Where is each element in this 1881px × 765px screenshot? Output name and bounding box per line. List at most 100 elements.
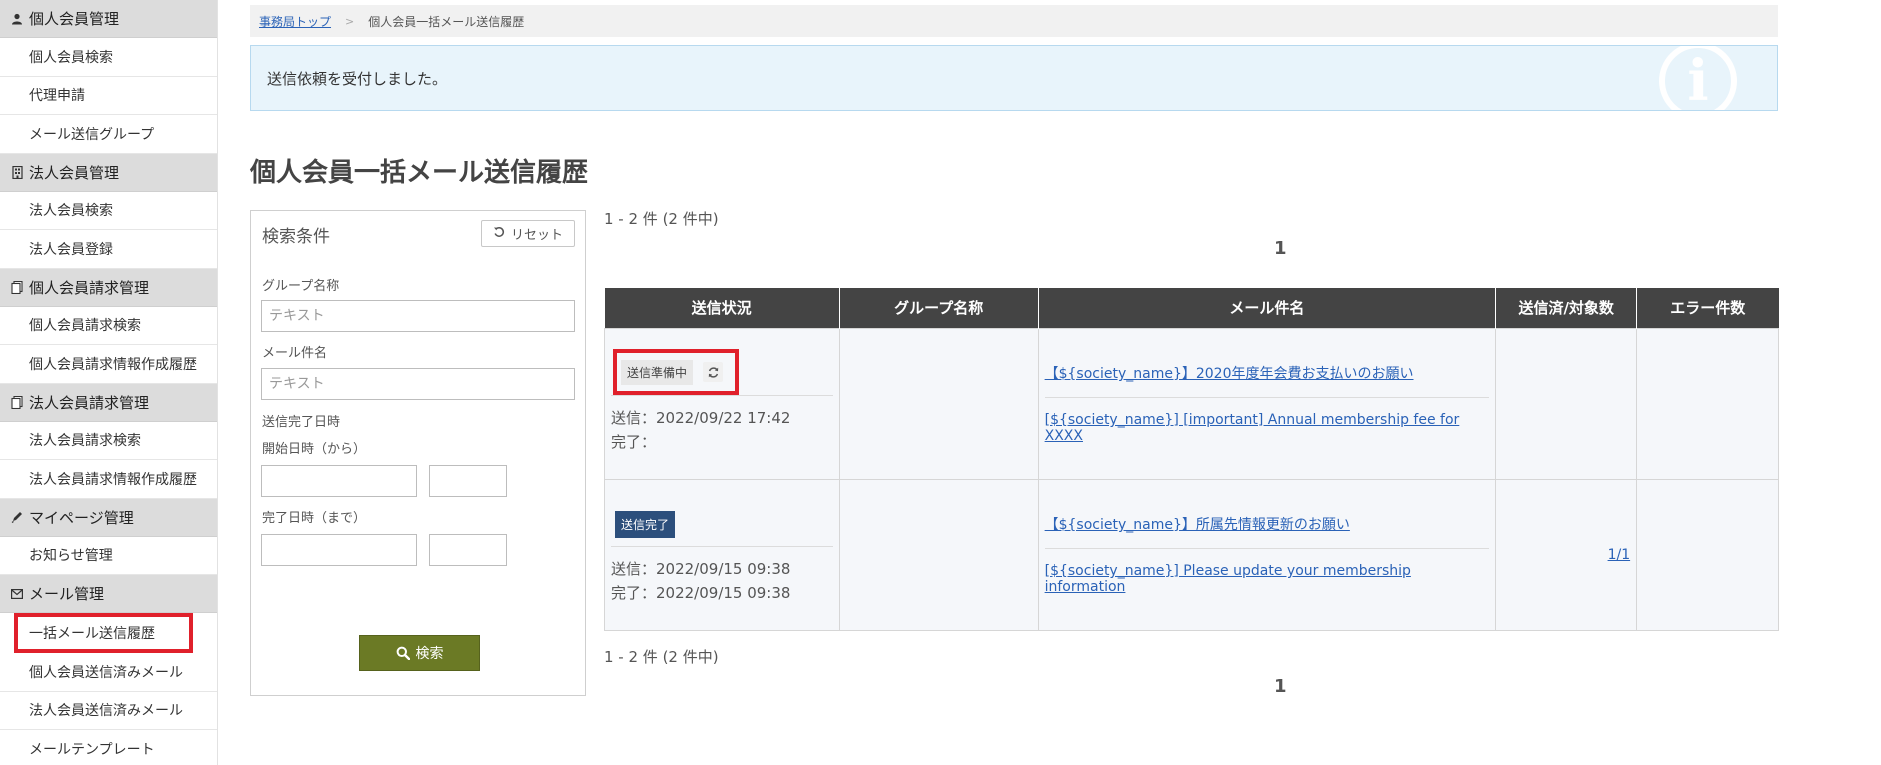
completed-datetime: 完了： xyxy=(611,432,657,451)
sidebar-item-individual-billing-history[interactable]: 個人会員請求情報作成履歴 xyxy=(0,345,217,384)
sent-datetime: 送信：2022/09/22 17:42 xyxy=(611,408,791,427)
header-sent-count: 送信済/対象数 xyxy=(1495,288,1638,328)
alert-message: 送信依頼を受付しました。 xyxy=(267,69,448,88)
search-icon xyxy=(396,646,410,660)
status-badge-area: 送信完了 xyxy=(611,509,833,547)
sidebar-item-individual-billing-search[interactable]: 個人会員請求検索 xyxy=(0,306,217,345)
status-cell: 送信準備中 送信：2022/09/22 17:42 完了： xyxy=(604,327,840,480)
page-title: 個人会員一括メール送信履歴 xyxy=(250,158,589,188)
mail-subject-input[interactable] xyxy=(261,368,575,400)
subject-line: [${society_name}] Please update your mem… xyxy=(1044,548,1490,609)
document-icon xyxy=(10,280,24,294)
sidebar-section-mail: メール管理 xyxy=(0,575,217,613)
refresh-icon[interactable] xyxy=(703,362,724,382)
sidebar-item-individual-search[interactable]: 個人会員検索 xyxy=(0,38,217,77)
sidebar-item-mail-templates[interactable]: メールテンプレート xyxy=(0,730,217,765)
end-datetime-label: 完了日時（まで） xyxy=(262,511,367,526)
reset-label: リセット xyxy=(510,228,563,243)
result-count-top: 1 - 2 件 (2 件中) xyxy=(604,210,719,228)
pencil-icon xyxy=(10,510,24,524)
envelope-icon xyxy=(10,587,24,601)
end-date-input[interactable] xyxy=(261,534,417,566)
sent-count-cell xyxy=(1495,327,1638,480)
sidebar-item-mail-groups[interactable]: メール送信グループ xyxy=(0,115,217,154)
mail-subject-label: メール件名 xyxy=(262,346,328,361)
error-count-cell xyxy=(1636,327,1779,480)
end-time-input[interactable] xyxy=(429,534,507,566)
sidebar-section-individual-members: 個人会員管理 xyxy=(0,0,217,38)
sidebar-item-proxy-application[interactable]: 代理申請 xyxy=(0,76,217,115)
completed-datetime: 完了：2022/09/15 09:38 xyxy=(611,583,791,602)
header-error-count: エラー件数 xyxy=(1636,288,1779,328)
status-badge: 送信完了 xyxy=(615,510,676,538)
status-highlight: 送信準備中 xyxy=(613,349,740,395)
sidebar-section-title: 個人会員管理 xyxy=(29,10,120,28)
sidebar-item-corporate-search[interactable]: 法人会員検索 xyxy=(0,191,217,230)
start-datetime-label: 開始日時（から） xyxy=(262,442,367,457)
table-header-row: 送信状況 グループ名称 メール件名 送信済/対象数 エラー件数 xyxy=(604,288,1779,328)
breadcrumb-separator: > xyxy=(345,14,355,28)
reset-button[interactable]: リセット xyxy=(481,220,575,247)
search-label: 検索 xyxy=(415,646,444,662)
sidebar-item-notices[interactable]: お知らせ管理 xyxy=(0,536,217,575)
info-icon: i xyxy=(1659,46,1737,110)
search-panel-title: 検索条件 xyxy=(262,227,330,247)
status-badge: 送信準備中 xyxy=(621,359,694,385)
sidebar-item-corporate-billing-search[interactable]: 法人会員請求検索 xyxy=(0,421,217,460)
breadcrumb-current: 個人会員一括メール送信履歴 xyxy=(368,14,525,29)
header-status: 送信状況 xyxy=(604,288,840,328)
sidebar-section-mypage: マイページ管理 xyxy=(0,498,217,537)
sidebar-item-corporate-billing-history[interactable]: 法人会員請求情報作成履歴 xyxy=(0,460,217,499)
result-count-bottom: 1 - 2 件 (2 件中) xyxy=(604,648,719,666)
sidebar-item-bulk-mail-history[interactable]: 一括メール送信履歴 xyxy=(14,613,193,653)
subject-link-ja[interactable]: 【${society_name}】所属先情報更新のお願い xyxy=(1045,517,1350,533)
header-mail-subject: メール件名 xyxy=(1038,288,1497,328)
breadcrumb-home-link[interactable]: 事務局トップ xyxy=(259,13,331,30)
subject-line: [${society_name}] [important] Annual mem… xyxy=(1044,397,1490,458)
sidebar-section-title: マイページ管理 xyxy=(29,508,134,527)
error-count-cell xyxy=(1636,478,1779,631)
success-alert: 送信依頼を受付しました。 i xyxy=(250,45,1778,111)
group-name-input[interactable] xyxy=(261,300,575,332)
sent-count-link[interactable]: 1/1 xyxy=(1608,547,1631,563)
breadcrumb: 事務局トップ > 個人会員一括メール送信履歴 xyxy=(250,5,1778,37)
mail-history-table: 送信状況 グループ名称 メール件名 送信済/対象数 エラー件数 送信準備中 送信… xyxy=(604,288,1779,631)
building-icon xyxy=(10,165,24,179)
sidebar-section-corporate-members: 法人会員管理 xyxy=(0,153,217,192)
sidebar-section-title: 法人会員請求管理 xyxy=(29,393,150,412)
subject-link-en[interactable]: [${society_name}] [important] Annual mem… xyxy=(1045,412,1460,444)
pagination-top-page[interactable]: 1 xyxy=(1274,238,1287,259)
search-button[interactable]: 検索 xyxy=(359,635,480,671)
completed-datetime-label: 送信完了日時 xyxy=(262,415,341,430)
group-name-cell xyxy=(838,327,1039,480)
main-content: 事務局トップ > 個人会員一括メール送信履歴 送信依頼を受付しました。 i 個人… xyxy=(250,0,1780,765)
subject-link-en[interactable]: [${society_name}] Please update your mem… xyxy=(1045,563,1411,595)
group-name-label: グループ名称 xyxy=(262,279,340,294)
subject-cell: 【${society_name}】所属先情報更新のお願い [${society_… xyxy=(1037,478,1497,631)
sidebar-section-title: 法人会員管理 xyxy=(29,163,120,182)
subject-line: 【${society_name}】2020年度年会費お支払いのお願い xyxy=(1045,349,1490,397)
subject-link-ja[interactable]: 【${society_name}】2020年度年会費お支払いのお願い xyxy=(1045,366,1414,382)
sidebar-item-individual-sent-mail[interactable]: 個人会員送信済みメール xyxy=(0,653,217,692)
undo-icon xyxy=(493,226,505,242)
person-icon xyxy=(10,12,24,26)
status-cell: 送信完了 送信：2022/09/15 09:38 完了：2022/09/15 0… xyxy=(604,478,840,631)
search-panel: 検索条件 リセット グループ名称 メール件名 送信完了日時 開始日時（から） 完… xyxy=(250,210,586,696)
start-date-input[interactable] xyxy=(261,465,417,497)
table-row: 送信完了 送信：2022/09/15 09:38 完了：2022/09/15 0… xyxy=(604,478,1779,631)
group-name-cell xyxy=(838,478,1039,631)
document-icon xyxy=(10,395,24,409)
sidebar-item-corporate-sent-mail[interactable]: 法人会員送信済みメール xyxy=(0,691,217,730)
sidebar-section-individual-billing: 個人会員請求管理 xyxy=(0,268,217,307)
sidebar-section-title: 個人会員請求管理 xyxy=(29,278,150,297)
sent-datetime: 送信：2022/09/15 09:38 xyxy=(611,559,791,578)
sidebar-section-title: メール管理 xyxy=(29,585,105,603)
table-row: 送信準備中 送信：2022/09/22 17:42 完了： 【${society… xyxy=(604,327,1779,480)
header-group-name: グループ名称 xyxy=(839,288,1039,328)
subject-cell: 【${society_name}】2020年度年会費お支払いのお願い [${so… xyxy=(1037,327,1497,480)
pagination-bottom-page[interactable]: 1 xyxy=(1274,676,1287,697)
sent-count-cell: 1/1 xyxy=(1495,478,1638,631)
subject-line: 【${society_name}】所属先情報更新のお願い xyxy=(1045,500,1490,548)
sidebar-item-corporate-register[interactable]: 法人会員登録 xyxy=(0,230,217,269)
start-time-input[interactable] xyxy=(429,465,507,497)
